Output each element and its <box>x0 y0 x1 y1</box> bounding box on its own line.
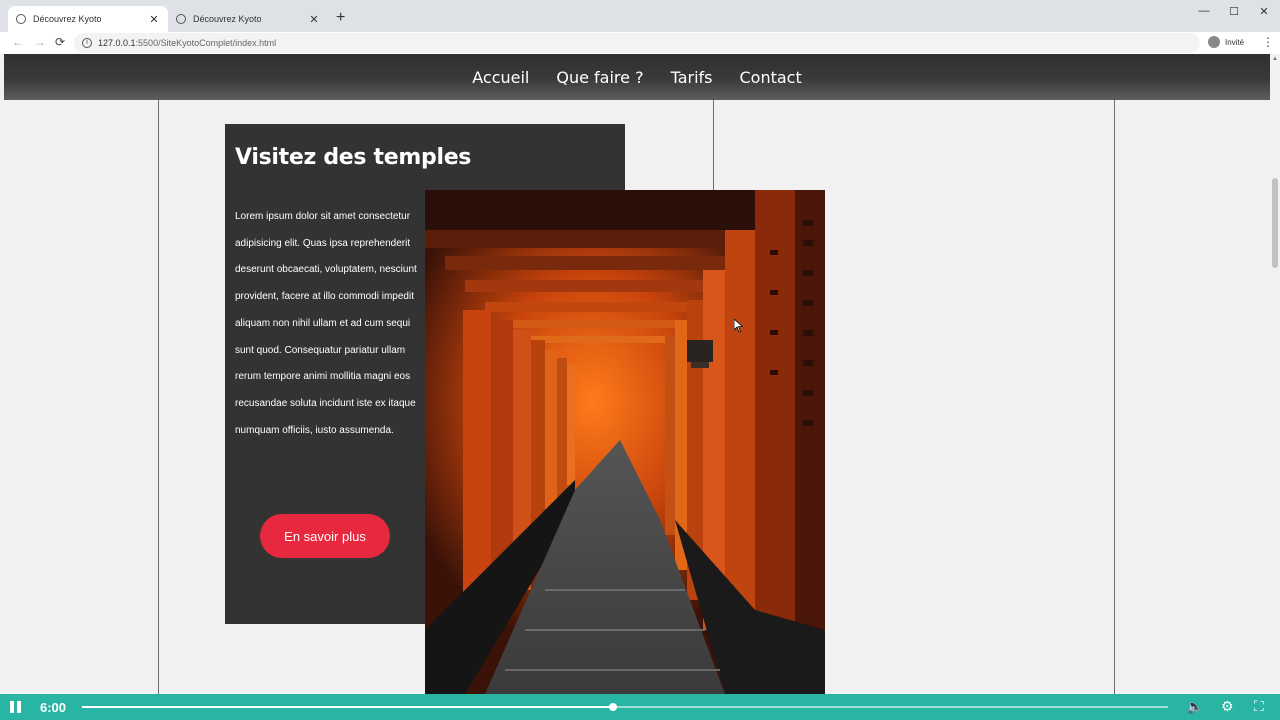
browser-toolbar: ← → ⟳ i 127.0.0.1:5500/SiteKyotoComplet/… <box>0 32 1280 54</box>
video-player-bar: 6:00 🔈 ⚙ ⛶ <box>0 694 1280 720</box>
close-window-icon[interactable]: ✕ <box>1252 5 1276 18</box>
tab-close-icon[interactable]: ✕ <box>148 13 160 26</box>
scroll-thumb[interactable] <box>1272 178 1278 268</box>
tab-inactive[interactable]: Découvrez Kyoto ✕ <box>168 6 328 32</box>
globe-icon <box>16 14 26 24</box>
seek-progress <box>82 706 614 708</box>
volume-icon[interactable]: 🔈 <box>1186 698 1203 715</box>
minimize-icon[interactable]: — <box>1192 5 1216 17</box>
menu-icon[interactable]: ⋮ <box>1262 35 1274 49</box>
page-viewport: Accueil Que faire ? Tarifs Contact Visit… <box>0 54 1270 694</box>
torii-photo-icon <box>425 190 825 694</box>
nav-link-que-faire[interactable]: Que faire ? <box>556 68 643 87</box>
seek-handle[interactable] <box>609 703 618 711</box>
nav-link-accueil[interactable]: Accueil <box>472 68 529 87</box>
seek-bar[interactable] <box>82 703 1168 711</box>
reload-icon[interactable]: ⟳ <box>55 35 65 49</box>
profile-button[interactable]: Invité <box>1208 36 1244 48</box>
forward-icon[interactable]: → <box>34 35 46 49</box>
avatar-icon <box>1208 36 1220 48</box>
back-icon[interactable]: ← <box>12 35 24 49</box>
globe-icon <box>176 14 186 24</box>
playback-time: 6:00 <box>40 700 67 715</box>
tab-title: Découvrez Kyoto <box>193 14 262 24</box>
page-scrollbar[interactable]: ▲ <box>1270 54 1280 694</box>
settings-icon[interactable]: ⚙ <box>1221 698 1234 715</box>
grid-line <box>1114 100 1115 694</box>
browser-tab-bar: Découvrez Kyoto ✕ Découvrez Kyoto ✕ + — … <box>0 0 1280 32</box>
tab-active[interactable]: Découvrez Kyoto ✕ <box>8 6 168 32</box>
url-path: :5500/SiteKyotoComplet/index.html <box>135 38 277 48</box>
tab-title: Découvrez Kyoto <box>33 14 102 24</box>
card-body: Lorem ipsum dolor sit amet consectetur a… <box>235 211 417 436</box>
maximize-icon[interactable]: ☐ <box>1222 5 1246 18</box>
torii-gates-photo <box>425 190 825 694</box>
tab-close-icon[interactable]: ✕ <box>308 13 320 26</box>
grid-line <box>158 100 159 694</box>
nav-link-contact[interactable]: Contact <box>740 68 802 87</box>
new-tab-button[interactable]: + <box>336 9 345 27</box>
scroll-up-icon[interactable]: ▲ <box>1271 56 1279 62</box>
learn-more-button[interactable]: En savoir plus <box>260 514 390 558</box>
info-icon[interactable]: i <box>82 38 92 48</box>
fullscreen-icon[interactable]: ⛶ <box>1254 698 1264 715</box>
nav-link-tarifs[interactable]: Tarifs <box>671 68 713 87</box>
url-host: 127.0.0.1 <box>98 38 136 48</box>
pause-icon[interactable] <box>10 701 22 713</box>
card-title: Visitez des temples <box>235 145 472 170</box>
profile-label: Invité <box>1225 37 1245 47</box>
address-bar[interactable]: i 127.0.0.1:5500/SiteKyotoComplet/index.… <box>74 33 1200 53</box>
site-nav: Accueil Que faire ? Tarifs Contact <box>4 54 1270 100</box>
